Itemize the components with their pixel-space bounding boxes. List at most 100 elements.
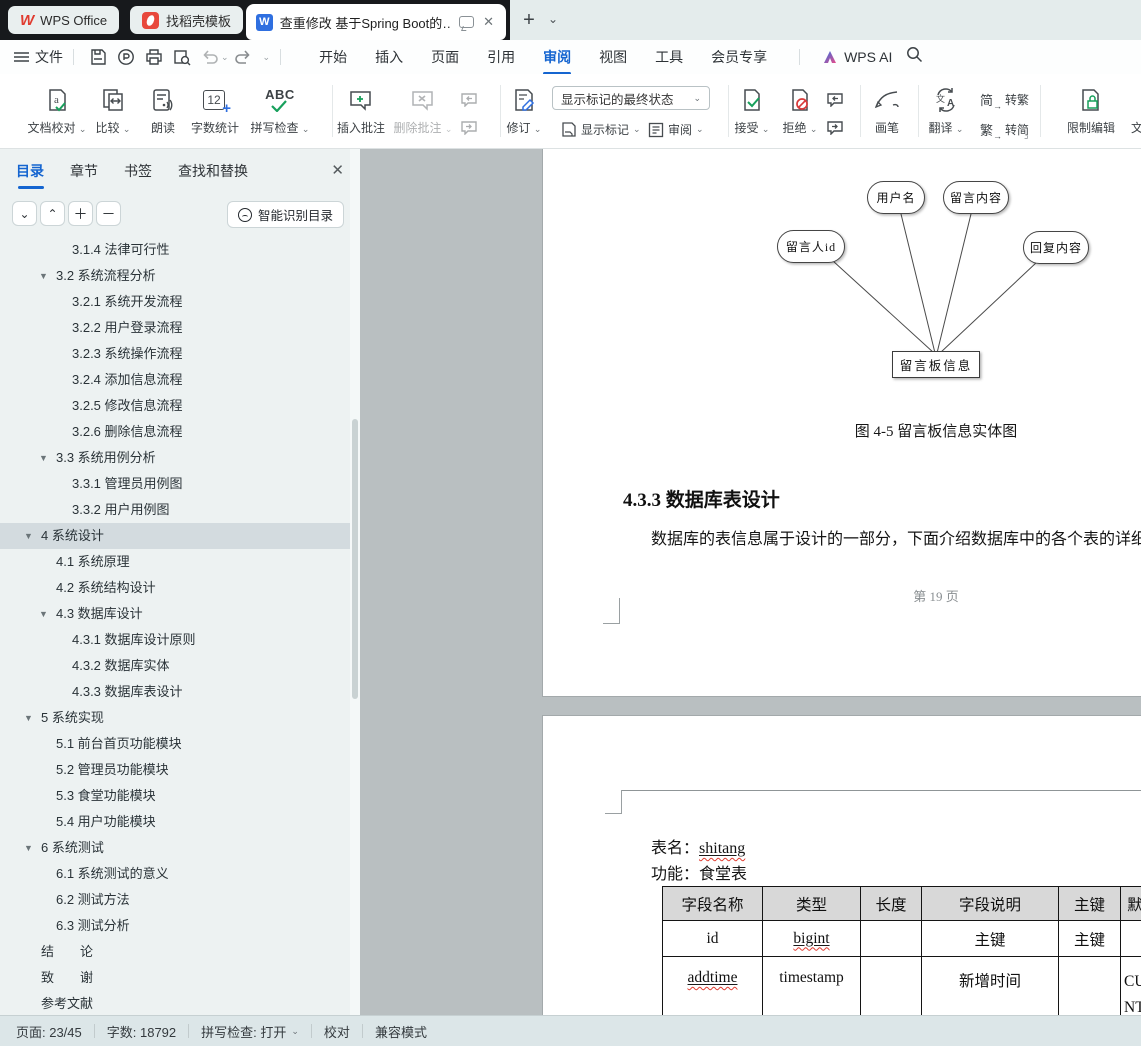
tab-list-chevron-icon[interactable]: ⌄: [548, 12, 558, 26]
document-page-20[interactable]: 表名：shitang 功能：食堂表 字段名称类型长度字段说明主键默认值 idbi…: [542, 715, 1141, 1015]
toc-item[interactable]: ▼ 4 系统设计: [0, 523, 350, 549]
status-compatibility-mode[interactable]: 兼容模式: [375, 1022, 427, 1041]
toc-item[interactable]: 5.1 前台首页功能模块: [0, 731, 350, 757]
toc-next-heading-button[interactable]: ⌄: [12, 201, 37, 226]
tab-active-document[interactable]: W 查重修改 基于Spring Boot的… ✕: [246, 4, 506, 40]
tab-wps-office[interactable]: W WPS Office: [8, 6, 120, 34]
toc-expand-button[interactable]: ＋: [68, 201, 93, 226]
toc-item[interactable]: ▼ 3.2 系统流程分析: [0, 263, 350, 289]
track-changes-button[interactable]: 修订 ⌄: [492, 83, 556, 136]
comment-bubble-icon[interactable]: [459, 16, 475, 28]
spell-check-button[interactable]: ABC 拼写检查 ⌄: [245, 83, 315, 136]
close-sidebar-icon[interactable]: ✕: [331, 161, 344, 179]
toc-item[interactable]: ▼ 5 系统实现: [0, 705, 350, 731]
toc-item[interactable]: 3.2.3 系统操作流程: [0, 341, 350, 367]
document-canvas[interactable]: 留言人id 用户名 留言内容 回复内容 留言板信息 图 4-5 留言板信息实体图…: [360, 149, 1141, 1015]
sidebar-tab-find-replace[interactable]: 查找和替换: [178, 161, 248, 189]
status-proofread[interactable]: 校对: [324, 1022, 350, 1041]
group-dialog-launcher-icon[interactable]: ⌟: [1024, 130, 1029, 141]
doc-proof-button[interactable]: a 文档校对 ⌄: [22, 83, 92, 136]
toc-item[interactable]: 3.2.4 添加信息流程: [0, 367, 350, 393]
restrict-edit-button[interactable]: 限制编辑: [1058, 83, 1124, 136]
collapse-triangle-icon[interactable]: ▼: [39, 263, 48, 289]
collapse-triangle-icon[interactable]: ▼: [24, 705, 33, 731]
sidebar-scrollbar-thumb[interactable]: [352, 419, 358, 699]
ink-pen-button[interactable]: 画笔: [857, 83, 917, 136]
file-menu[interactable]: 文件: [14, 47, 63, 67]
collapse-triangle-icon[interactable]: ▼: [24, 835, 33, 861]
toc-item[interactable]: ▼ 3.3 系统用例分析: [0, 445, 350, 471]
toc-item[interactable]: 4.1 系统原理: [0, 549, 350, 575]
toc-previous-heading-button[interactable]: ⌃: [40, 201, 65, 226]
sidebar-tab-toc[interactable]: 目录: [16, 161, 44, 189]
save-icon[interactable]: [85, 45, 111, 69]
toc-item[interactable]: 4.3.1 数据库设计原则: [0, 627, 350, 653]
status-spell-check[interactable]: 拼写检查: 打开 ⌄: [201, 1022, 299, 1041]
menu-tab-审阅[interactable]: 审阅: [529, 41, 585, 75]
toc-collapse-button[interactable]: －: [96, 201, 121, 226]
toc-item[interactable]: 结 论: [0, 939, 350, 965]
toc-item[interactable]: 参考文献: [0, 991, 350, 1015]
smart-toc-button[interactable]: 智能识别目录: [226, 201, 344, 228]
menu-tab-引用[interactable]: 引用: [473, 41, 529, 73]
translate-button[interactable]: 文A 翻译 ⌄: [915, 83, 977, 136]
toc-item[interactable]: 6.3 测试分析: [0, 913, 350, 939]
insert-comment-button[interactable]: 插入批注: [328, 83, 394, 136]
new-tab-button[interactable]: +: [516, 8, 542, 32]
menu-tab-开始[interactable]: 开始: [305, 41, 361, 73]
markup-state-select[interactable]: 显示标记的最终状态 ⌄: [552, 86, 710, 110]
toc-item[interactable]: 致 谢: [0, 965, 350, 991]
toc-item[interactable]: 4.3.2 数据库实体: [0, 653, 350, 679]
toc-item[interactable]: 3.1.4 法律可行性: [0, 237, 350, 263]
review-pane-button[interactable]: 审阅 ⌄: [648, 121, 704, 138]
toc-item[interactable]: ▼ 6 系统测试: [0, 835, 350, 861]
toc-item[interactable]: 5.2 管理员功能模块: [0, 757, 350, 783]
toc-item[interactable]: 3.3.1 管理员用例图: [0, 471, 350, 497]
trad-to-simp-button[interactable]: 繁 → 转简: [980, 120, 1029, 141]
toc-item[interactable]: 3.2.2 用户登录流程: [0, 315, 350, 341]
redo-icon[interactable]: [230, 45, 256, 69]
toc-item[interactable]: 4.2 系统结构设计: [0, 575, 350, 601]
toc-item[interactable]: ▼ 4.3 数据库设计: [0, 601, 350, 627]
print-preview-icon[interactable]: [169, 45, 195, 69]
status-page-indicator[interactable]: 页面: 23/45: [16, 1022, 82, 1041]
quick-access-chevron-icon[interactable]: ⌄: [263, 52, 271, 63]
collapse-triangle-icon[interactable]: ▼: [39, 445, 48, 471]
toc-item[interactable]: 3.2.5 修改信息流程: [0, 393, 350, 419]
close-tab-icon[interactable]: ✕: [481, 14, 496, 30]
next-comment-icon[interactable]: [458, 116, 480, 138]
menu-tab-工具[interactable]: 工具: [641, 41, 697, 73]
toc-item[interactable]: 5.4 用户功能模块: [0, 809, 350, 835]
status-word-count[interactable]: 字数: 18792: [107, 1022, 176, 1041]
print-icon[interactable]: [141, 45, 167, 69]
menu-tab-插入[interactable]: 插入: [361, 41, 417, 73]
toc-item[interactable]: 3.2.1 系统开发流程: [0, 289, 350, 315]
previous-change-icon[interactable]: [824, 88, 846, 110]
menu-tab-视图[interactable]: 视图: [585, 41, 641, 73]
compare-button[interactable]: 比较 ⌄: [83, 83, 143, 136]
collapse-triangle-icon[interactable]: ▼: [24, 523, 33, 549]
menu-tab-页面[interactable]: 页面: [417, 41, 473, 73]
word-count-button[interactable]: 12 + 字数统计: [182, 83, 248, 136]
sidebar-tab-bookmarks[interactable]: 书签: [124, 161, 152, 189]
toc-item[interactable]: 4.3.3 数据库表设计: [0, 679, 350, 705]
simp-to-trad-button[interactable]: 简 → 转繁: [980, 90, 1029, 111]
encrypt-doc-button[interactable]: 文档加密: [1122, 83, 1141, 136]
wps-ai-button[interactable]: WPS AI: [822, 49, 892, 65]
sidebar-scrollbar[interactable]: [350, 149, 360, 1015]
tab-docer-templates[interactable]: 找稻壳模板: [130, 6, 244, 34]
next-change-icon[interactable]: [824, 116, 846, 138]
search-icon[interactable]: [906, 46, 923, 68]
collapse-triangle-icon[interactable]: ▼: [39, 601, 48, 627]
toc-item[interactable]: 5.3 食堂功能模块: [0, 783, 350, 809]
toc-item[interactable]: 6.1 系统测试的意义: [0, 861, 350, 887]
toc-item[interactable]: 3.2.6 删除信息流程: [0, 419, 350, 445]
document-page-19[interactable]: 留言人id 用户名 留言内容 回复内容 留言板信息 图 4-5 留言板信息实体图…: [542, 149, 1141, 697]
menu-tab-会员专享[interactable]: 会员专享: [697, 41, 781, 73]
toc-item[interactable]: 6.2 测试方法: [0, 887, 350, 913]
export-pdf-icon[interactable]: [113, 45, 139, 69]
toc-item[interactable]: 3.3.2 用户用例图: [0, 497, 350, 523]
show-markup-button[interactable]: 显示标记 ⌄: [560, 121, 641, 138]
previous-comment-icon[interactable]: [458, 88, 480, 110]
reject-change-button[interactable]: 拒绝 ⌄: [770, 83, 830, 136]
